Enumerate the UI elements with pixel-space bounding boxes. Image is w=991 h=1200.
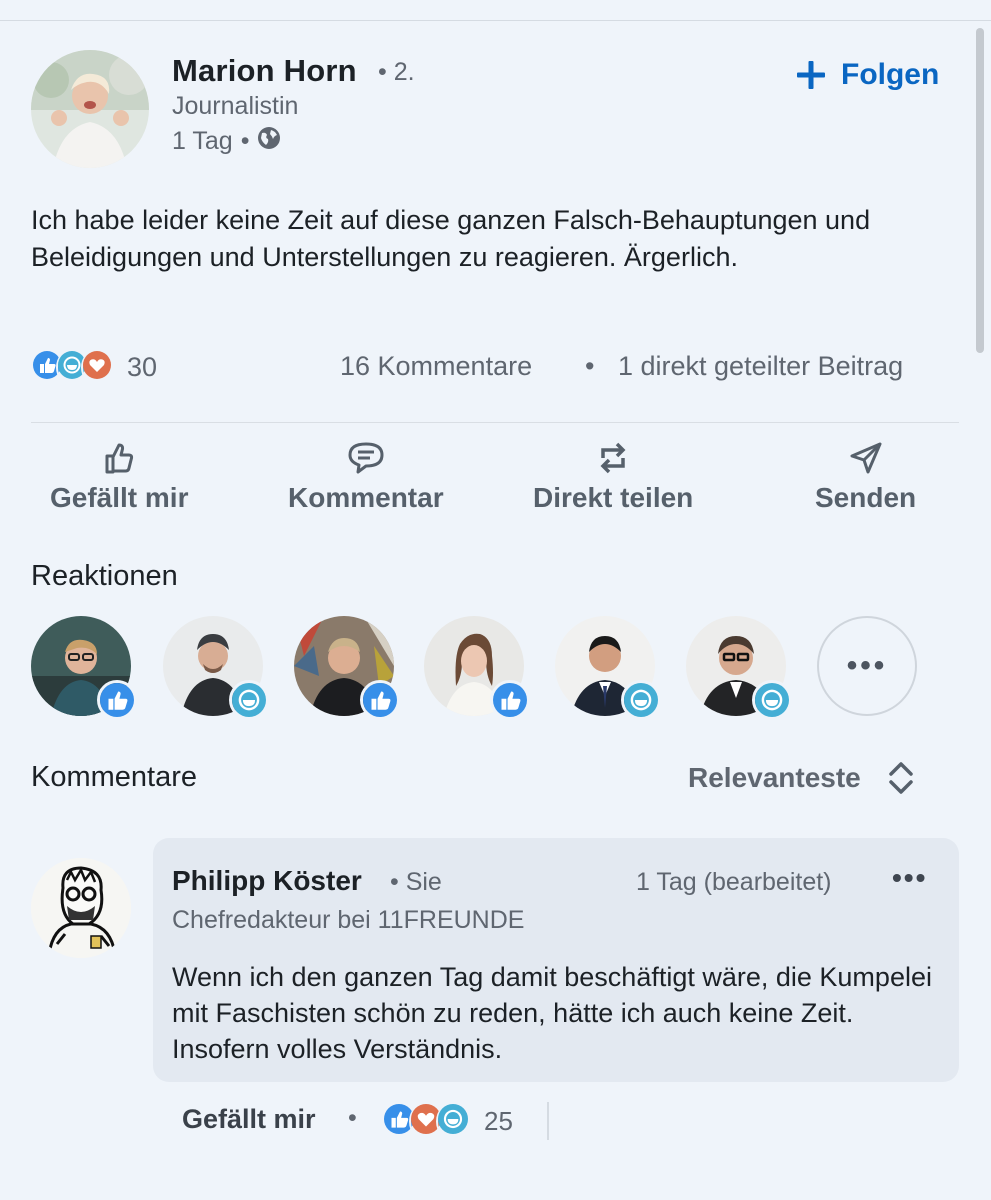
commenter-avatar[interactable] bbox=[31, 858, 131, 958]
repost-label: Direkt teilen bbox=[533, 482, 694, 513]
comment-button[interactable]: Kommentar bbox=[288, 440, 444, 514]
post-meta: 1 Tag • bbox=[172, 126, 281, 157]
commenter-you-label: • Sie bbox=[390, 868, 442, 896]
like-icon bbox=[490, 680, 530, 720]
top-divider bbox=[0, 20, 991, 21]
post-text: Ich habe leider keine Zeit auf diese gan… bbox=[31, 205, 871, 272]
more-reactions-button[interactable]: ••• bbox=[817, 616, 917, 716]
connection-degree: • 2. bbox=[378, 58, 415, 86]
reactor-avatar[interactable] bbox=[686, 616, 792, 720]
comment-time: 1 Tag (bearbeitet) bbox=[636, 868, 832, 896]
reactor-avatar[interactable] bbox=[163, 616, 269, 720]
thumbs-up-icon bbox=[105, 443, 134, 474]
follow-label: Folgen bbox=[841, 58, 940, 91]
repost-icon bbox=[600, 442, 626, 474]
comment-label: Kommentar bbox=[288, 482, 444, 513]
repost-button[interactable]: Direkt teilen bbox=[533, 440, 693, 514]
comments-heading: Kommentare bbox=[31, 761, 198, 793]
reactor-avatar[interactable] bbox=[31, 616, 137, 720]
reaction-summary[interactable]: 30 bbox=[31, 349, 157, 386]
comment-action-dot: • bbox=[348, 1104, 357, 1132]
reactions-heading: Reaktionen bbox=[31, 560, 178, 592]
comment-reaction-summary[interactable]: 25 bbox=[382, 1102, 513, 1141]
commenter-name[interactable]: Philipp Köster bbox=[172, 865, 362, 897]
funny-icon bbox=[436, 1102, 470, 1141]
stats-separator: • bbox=[585, 351, 595, 381]
reaction-count: 30 bbox=[127, 352, 158, 382]
love-icon bbox=[81, 349, 113, 386]
actions-divider bbox=[31, 422, 959, 423]
plus-icon bbox=[797, 61, 825, 89]
send-icon bbox=[850, 442, 882, 474]
funny-icon bbox=[621, 680, 661, 720]
send-label: Senden bbox=[815, 482, 917, 513]
sort-label: Relevanteste bbox=[688, 762, 861, 793]
sort-chevrons-icon bbox=[889, 762, 913, 794]
like-button[interactable]: Gefällt mir bbox=[50, 440, 188, 514]
comment-reaction-stack bbox=[382, 1102, 470, 1141]
reaction-stack bbox=[31, 349, 113, 386]
author-headline: Journalistin bbox=[172, 92, 299, 120]
reactor-avatar[interactable] bbox=[424, 616, 530, 720]
funny-icon bbox=[229, 680, 269, 720]
funny-icon bbox=[752, 680, 792, 720]
author-avatar[interactable] bbox=[31, 50, 149, 168]
reposts-count-link[interactable]: 1 direkt geteilter Beitrag bbox=[618, 351, 903, 382]
sort-dropdown[interactable]: Relevanteste bbox=[688, 760, 915, 796]
comment-actions-divider bbox=[547, 1102, 549, 1140]
comment-like-button[interactable]: Gefällt mir bbox=[182, 1104, 316, 1135]
comment-text: Wenn ich den ganzen Tag damit beschäftig… bbox=[172, 962, 932, 1064]
send-button[interactable]: Senden bbox=[815, 440, 916, 514]
author-name[interactable]: Marion Horn bbox=[172, 53, 357, 89]
post-time: 1 Tag bbox=[172, 127, 233, 155]
comment-reaction-count: 25 bbox=[484, 1106, 513, 1136]
reactor-avatar[interactable] bbox=[294, 616, 400, 720]
commenter-headline: Chefredakteur bei 11FREUNDE bbox=[172, 906, 525, 934]
comment-more-button[interactable]: ••• bbox=[892, 862, 927, 894]
globe-icon bbox=[257, 126, 281, 157]
scrollbar[interactable] bbox=[976, 28, 984, 353]
like-icon bbox=[360, 680, 400, 720]
follow-button[interactable]: Folgen bbox=[795, 58, 939, 92]
comment-icon bbox=[348, 442, 384, 474]
comments-count-link[interactable]: 16 Kommentare bbox=[340, 351, 532, 382]
like-icon bbox=[97, 680, 137, 720]
meta-dot: • bbox=[240, 127, 250, 155]
reactor-avatar[interactable] bbox=[555, 616, 661, 720]
like-label: Gefällt mir bbox=[50, 482, 189, 513]
